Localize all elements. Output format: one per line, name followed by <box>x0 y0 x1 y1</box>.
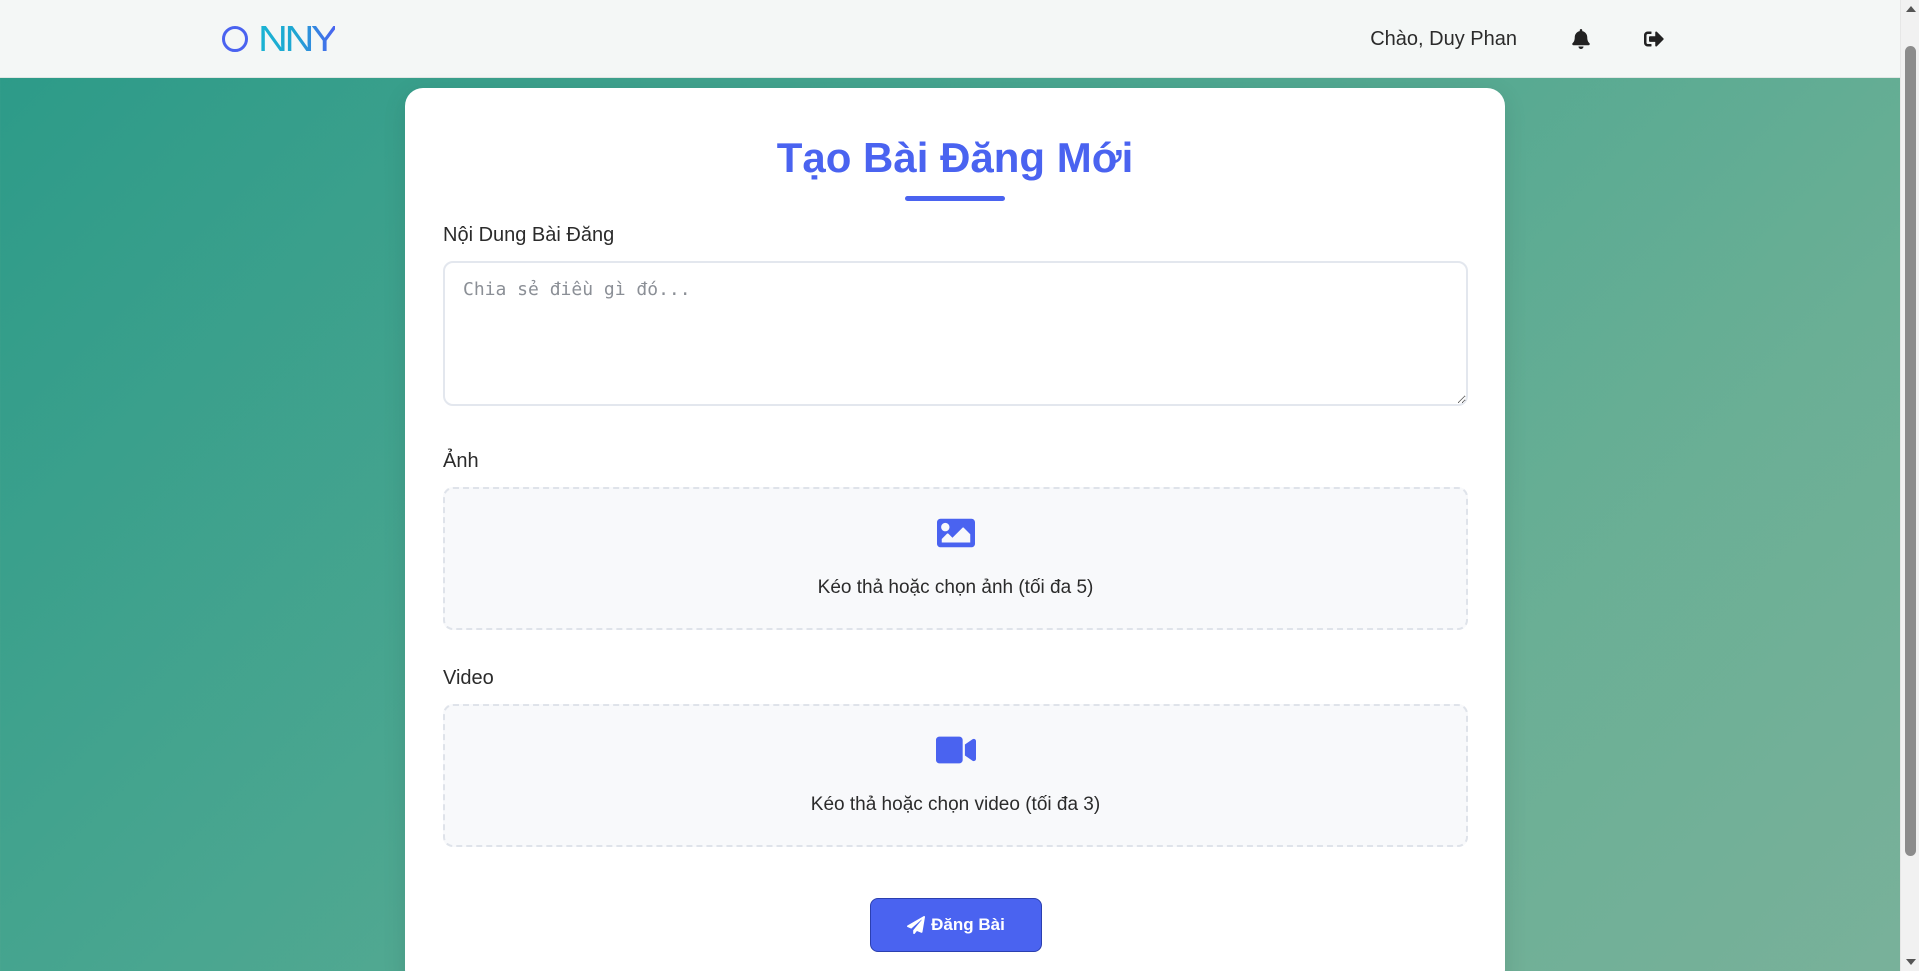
top-navbar: NNY Chào, Duy Phan <box>0 0 1900 78</box>
scroll-down-arrow-icon[interactable] <box>1906 959 1916 965</box>
video-camera-icon <box>935 732 976 768</box>
video-dropzone[interactable]: Kéo thả hoặc chọn video (tối đa 3) <box>443 704 1468 847</box>
image-dropzone-text: Kéo thả hoặc chọn ảnh (tối đa 5) <box>817 577 1094 598</box>
logo[interactable]: NNY <box>222 18 339 59</box>
scroll-thumb[interactable] <box>1905 46 1916 856</box>
page-title: Tạo Bài Đăng Mới <box>776 134 1134 181</box>
paper-plane-icon <box>907 916 926 934</box>
sign-out-icon[interactable] <box>1644 28 1664 50</box>
image-label: Ảnh <box>443 450 479 472</box>
image-icon <box>936 515 976 551</box>
logo-text: NNY <box>258 18 339 59</box>
submit-label: Đăng Bài <box>931 915 1005 934</box>
title-underline <box>905 196 1005 201</box>
submit-post-button[interactable]: Đăng Bài <box>870 898 1042 952</box>
bell-icon[interactable] <box>1571 28 1591 50</box>
image-dropzone[interactable]: Kéo thả hoặc chọn ảnh (tối đa 5) <box>443 487 1468 630</box>
logo-circle-icon <box>222 26 248 52</box>
video-label: Video <box>443 667 494 689</box>
video-dropzone-text: Kéo thả hoặc chọn video (tối đa 3) <box>810 794 1101 815</box>
nav-right: Chào, Duy Phan <box>1370 0 1664 78</box>
user-greeting: Chào, Duy Phan <box>1370 27 1517 50</box>
create-post-card: Tạo Bài Đăng Mới Nội Dung Bài Đăng Ảnh K… <box>405 88 1505 971</box>
page-scrollbar[interactable] <box>1900 0 1919 971</box>
scroll-up-arrow-icon[interactable] <box>1906 6 1916 12</box>
post-content-textarea[interactable] <box>443 261 1468 406</box>
content-label: Nội Dung Bài Đăng <box>443 224 615 246</box>
